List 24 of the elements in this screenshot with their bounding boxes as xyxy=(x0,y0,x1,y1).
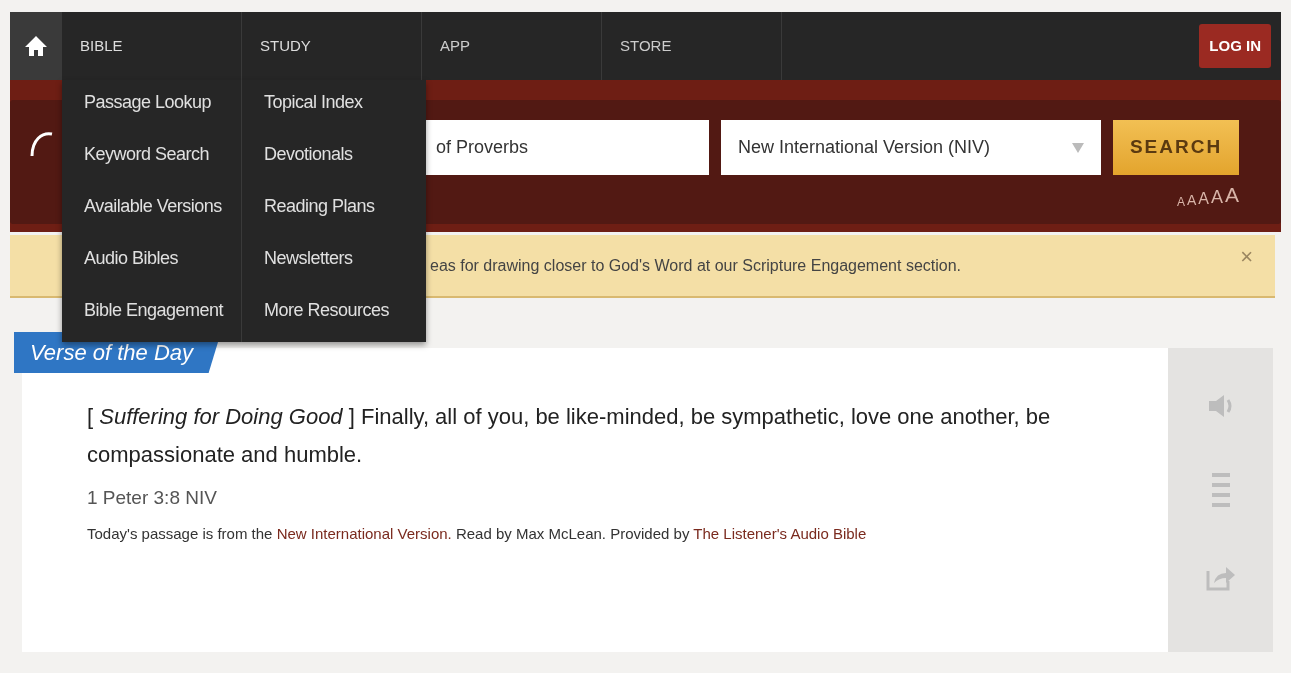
notice-text: eas for drawing closer to God's Word at our Scripture Engagement section. xyxy=(430,255,962,276)
menu-item[interactable]: Keyword Search xyxy=(84,132,210,184)
credit-text: Read by Max McLean. xyxy=(455,524,606,542)
credit-link[interactable]: The Listener's Audio Bible xyxy=(693,524,867,542)
credit-text: Today's passage is from the xyxy=(87,524,273,542)
menu-item[interactable]: Audio Bibles xyxy=(84,236,179,288)
logo-icon xyxy=(30,132,54,158)
menu-item[interactable]: More Resources xyxy=(264,288,390,340)
version-select[interactable]: New International Version (NIV) xyxy=(721,120,1101,175)
menu-item[interactable]: Devotionals xyxy=(264,132,353,184)
menu-item[interactable]: Topical Index xyxy=(264,80,363,132)
verse-reference: 1 Peter 3:8 NIV xyxy=(87,486,218,510)
menu-item[interactable]: Newsletters xyxy=(264,236,353,288)
menu-item[interactable]: Reading Plans xyxy=(264,184,375,236)
search-button[interactable]: SEARCH xyxy=(1113,120,1239,175)
menu-item[interactable]: Passage Lookup xyxy=(84,80,212,132)
credit-link[interactable]: New International Version. xyxy=(276,524,452,542)
verse-text: [ Suffering for Doing Good ] Finally, all of you, be like-minded, be sympathetic, love one another, be compassionate and humble. xyxy=(87,403,1052,469)
menu-item[interactable]: Available Versions xyxy=(84,184,222,236)
home-icon xyxy=(24,34,48,58)
home-button[interactable] xyxy=(10,12,62,80)
login-button[interactable]: LOG IN xyxy=(1199,24,1271,68)
credit-text: Provided by xyxy=(610,524,690,542)
dropdown-arrow-icon xyxy=(1072,142,1084,153)
